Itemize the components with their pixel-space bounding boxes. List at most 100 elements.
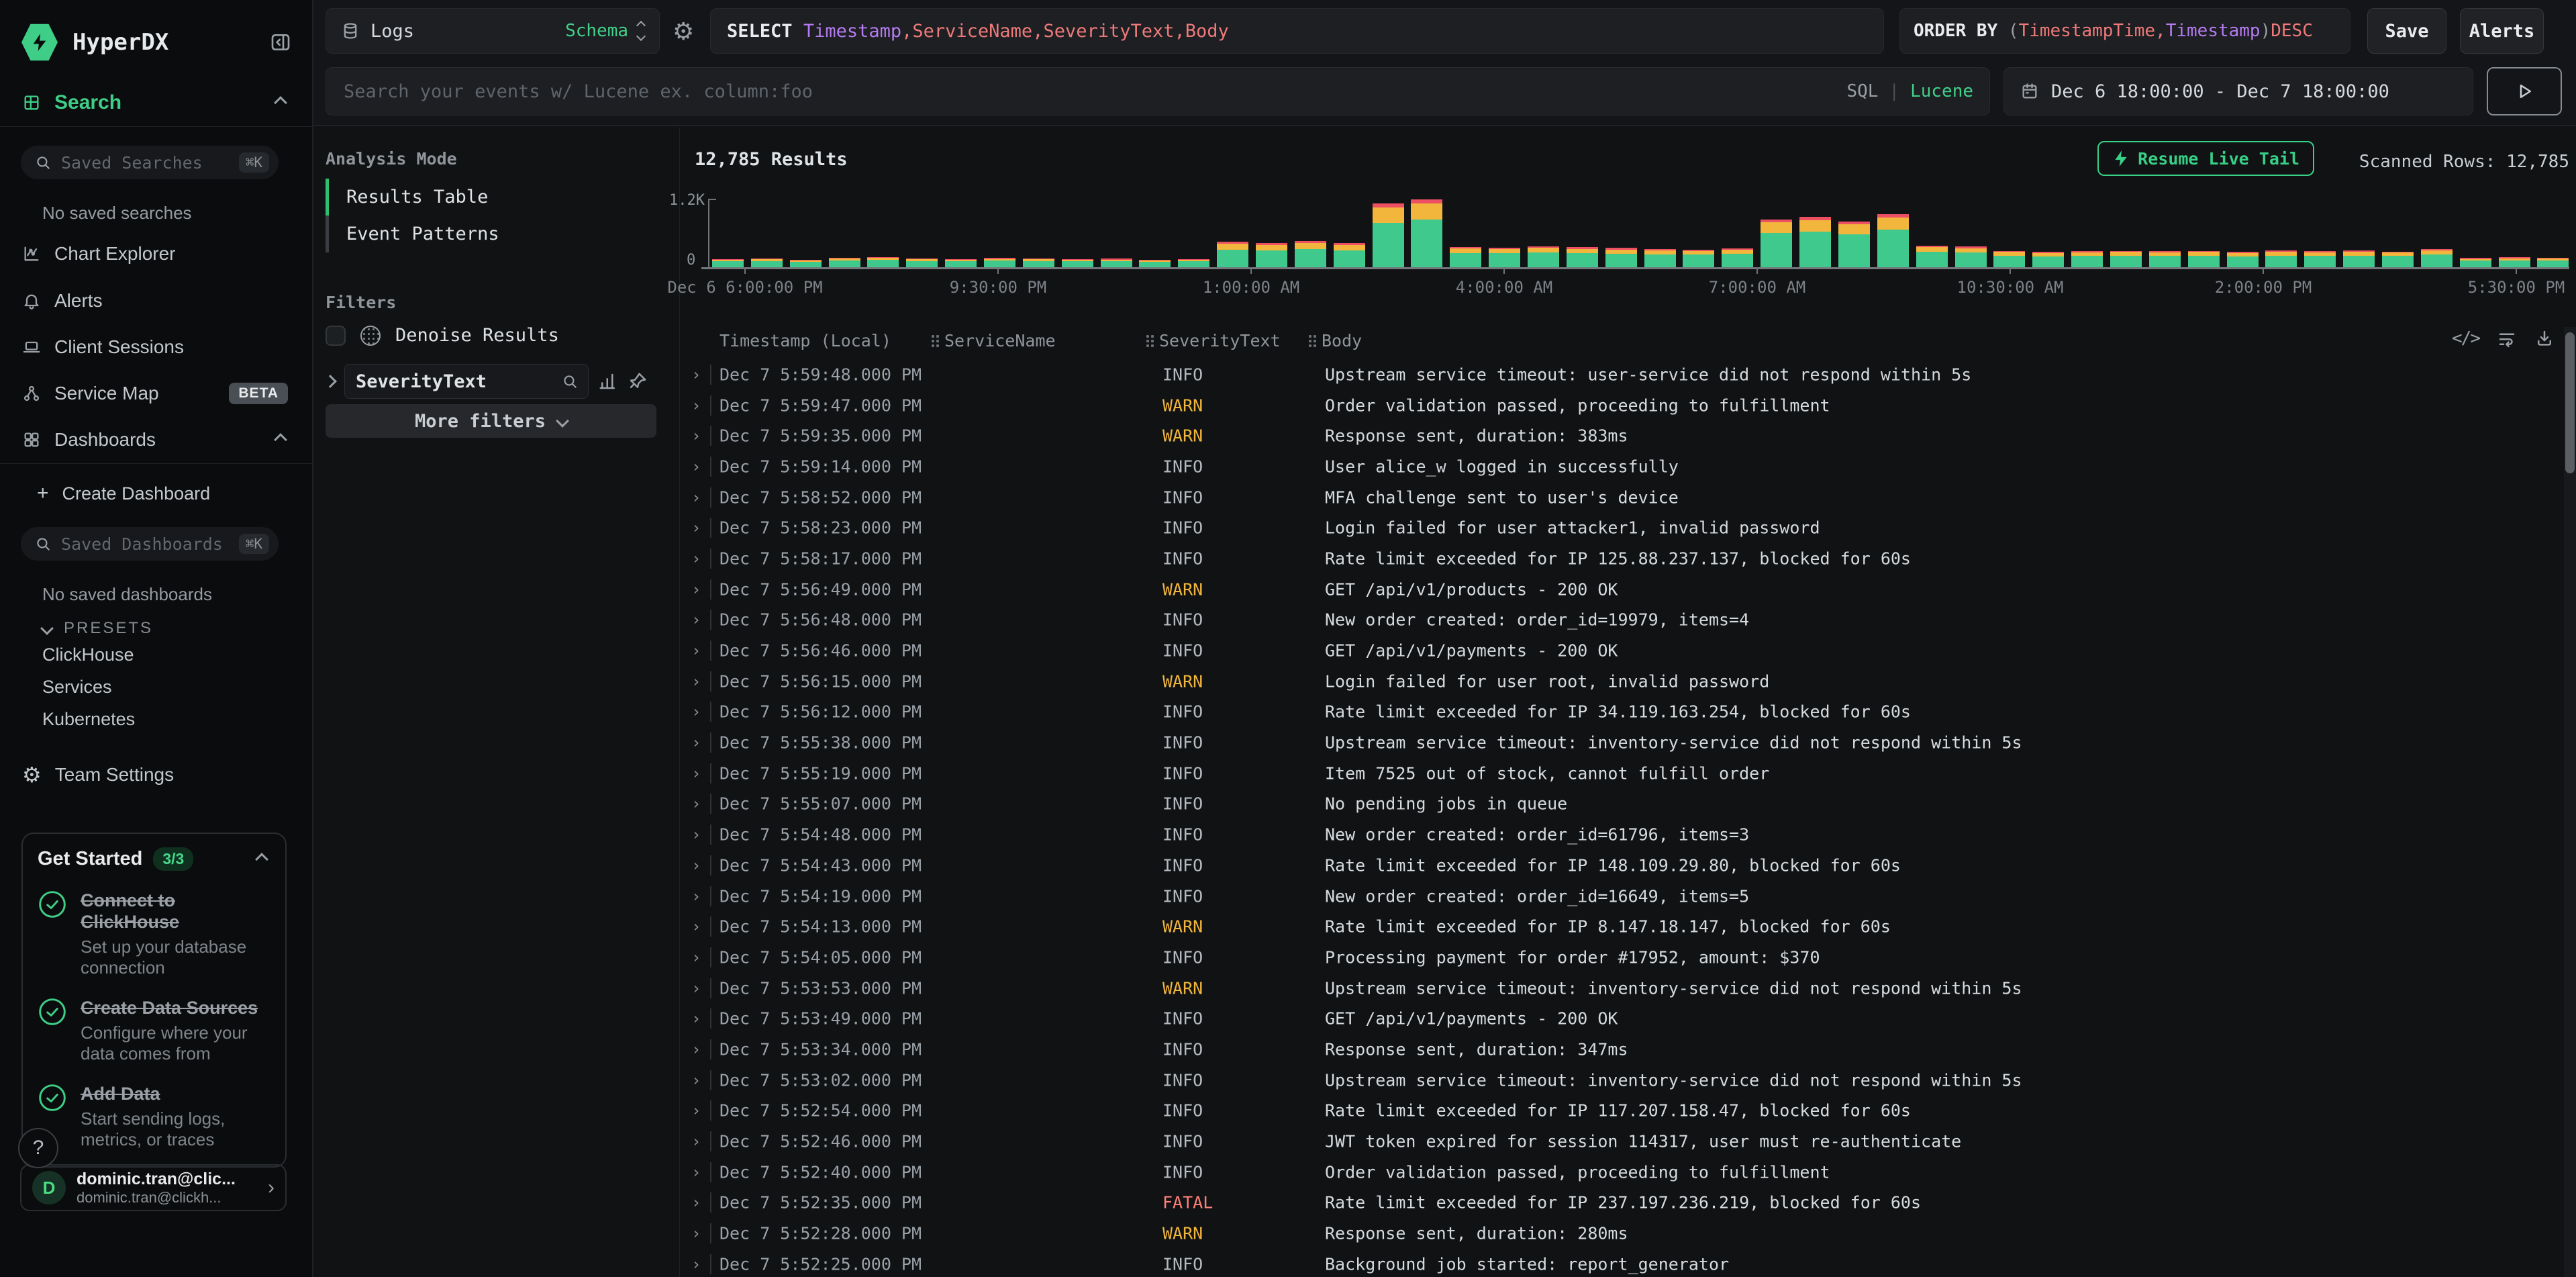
expand-row-icon[interactable]: › xyxy=(691,610,701,629)
sidebar-item-chart-explorer[interactable]: Chart Explorer xyxy=(0,243,312,265)
histogram-bar[interactable] xyxy=(1877,214,1909,267)
histogram-bar[interactable] xyxy=(2149,251,2181,267)
drag-handle-icon[interactable] xyxy=(1146,335,1154,347)
table-row[interactable]: › Dec 7 5:53:34.000 PM INFO Response sen… xyxy=(685,1034,2564,1065)
table-row[interactable]: › Dec 7 5:53:49.000 PM INFO GET /api/v1/… xyxy=(685,1003,2564,1034)
get-started-item[interactable]: Create Data Sources Configure where your… xyxy=(38,997,270,1064)
source-settings-gear-icon[interactable]: ⚙ xyxy=(673,17,694,46)
expand-row-icon[interactable]: › xyxy=(691,426,701,445)
table-row[interactable]: › Dec 7 5:55:38.000 PM INFO Upstream ser… xyxy=(685,727,2564,758)
expand-row-icon[interactable]: › xyxy=(691,1040,701,1059)
get-started-item[interactable]: Add Data Start sending logs, metrics, or… xyxy=(38,1083,270,1150)
table-row[interactable]: › Dec 7 5:59:14.000 PM INFO User alice_w… xyxy=(685,451,2564,482)
sidebar-item-dashboards[interactable]: Dashboards xyxy=(0,429,312,451)
expand-row-icon[interactable]: › xyxy=(691,1193,701,1212)
save-button[interactable]: Save xyxy=(2367,8,2446,54)
expand-row-icon[interactable]: › xyxy=(691,979,701,998)
expand-row-icon[interactable]: › xyxy=(691,1009,701,1028)
expand-row-icon[interactable]: › xyxy=(691,457,701,476)
lucene-toggle[interactable]: Lucene xyxy=(1910,81,1973,101)
view-source-icon[interactable]: </> xyxy=(2452,328,2479,348)
histogram-bar[interactable] xyxy=(2343,250,2375,267)
expand-row-icon[interactable]: › xyxy=(691,641,701,660)
col-servicename[interactable]: ServiceName xyxy=(932,331,1056,350)
date-range-picker[interactable]: Dec 6 18:00:00 - Dec 7 18:00:00 xyxy=(2003,67,2473,115)
table-row[interactable]: › Dec 7 5:56:12.000 PM INFO Rate limit e… xyxy=(685,697,2564,728)
tab-event-patterns[interactable]: Event Patterns xyxy=(326,216,652,252)
create-dashboard-button[interactable]: + Create Dashboard xyxy=(0,482,312,505)
histogram-bar[interactable] xyxy=(712,259,744,267)
expand-row-icon[interactable]: › xyxy=(691,365,701,384)
table-row[interactable]: › Dec 7 5:58:17.000 PM INFO Rate limit e… xyxy=(685,543,2564,574)
expand-row-icon[interactable]: › xyxy=(691,733,701,752)
scrollbar-thumb[interactable] xyxy=(2565,332,2575,473)
histogram-bar[interactable] xyxy=(1256,243,1287,267)
run-query-button[interactable] xyxy=(2487,67,2562,115)
histogram-bar[interactable] xyxy=(1217,242,1248,267)
preset-item[interactable]: Services xyxy=(42,677,112,698)
histogram-bar[interactable] xyxy=(2032,252,2064,267)
pin-icon[interactable] xyxy=(628,371,648,391)
vertical-scrollbar[interactable] xyxy=(2564,327,2576,1277)
histogram-bar[interactable] xyxy=(1295,241,1326,267)
histogram-bar[interactable] xyxy=(2227,252,2259,267)
expand-row-icon[interactable]: › xyxy=(691,1163,701,1182)
histogram-bar[interactable] xyxy=(2421,249,2453,267)
table-row[interactable]: › Dec 7 5:52:28.000 PM WARN Response sen… xyxy=(685,1218,2564,1249)
resume-live-tail-button[interactable]: Resume Live Tail xyxy=(2097,141,2314,176)
table-row[interactable]: › Dec 7 5:56:15.000 PM WARN Login failed… xyxy=(685,666,2564,697)
table-row[interactable]: › Dec 7 5:56:46.000 PM INFO GET /api/v1/… xyxy=(685,635,2564,666)
expand-row-icon[interactable]: › xyxy=(691,856,701,875)
expand-row-icon[interactable]: › xyxy=(691,825,701,844)
histogram-bar[interactable] xyxy=(1411,199,1442,267)
histogram-bar[interactable] xyxy=(790,260,822,267)
table-row[interactable]: › Dec 7 5:52:25.000 PM INFO Background j… xyxy=(685,1249,2564,1277)
chevron-up-icon[interactable] xyxy=(255,853,268,866)
histogram-bar[interactable] xyxy=(867,257,899,267)
histogram-bar[interactable] xyxy=(1062,259,1093,267)
histogram-bar[interactable] xyxy=(1139,260,1171,267)
histogram-bar[interactable] xyxy=(1178,259,1209,267)
saved-dashboards-input[interactable]: Saved Dashboards ⌘K xyxy=(21,527,279,561)
expand-row-icon[interactable]: › xyxy=(691,1132,701,1151)
chart-filter-icon[interactable] xyxy=(598,371,618,391)
preset-item[interactable]: Kubernetes xyxy=(42,709,135,730)
histogram-bar[interactable] xyxy=(2499,257,2530,267)
order-by-field[interactable]: ORDER BY ( TimestampTime, Timestamp ) DE… xyxy=(1899,8,2350,54)
alerts-button[interactable]: Alerts xyxy=(2460,8,2544,54)
expand-row-icon[interactable]: › xyxy=(691,794,701,813)
histogram-bar[interactable] xyxy=(1023,258,1054,267)
severity-filter-search[interactable]: SeverityText xyxy=(344,364,589,399)
expand-row-icon[interactable]: › xyxy=(691,1071,701,1090)
histogram-bar[interactable] xyxy=(1683,250,1714,267)
expand-row-icon[interactable]: › xyxy=(691,396,701,415)
preset-item[interactable]: ClickHouse xyxy=(42,645,134,665)
table-row[interactable]: › Dec 7 5:59:47.000 PM WARN Order valida… xyxy=(685,390,2564,421)
expand-row-icon[interactable]: › xyxy=(691,549,701,568)
download-icon[interactable] xyxy=(2534,328,2555,348)
help-button[interactable]: ? xyxy=(18,1128,58,1168)
table-row[interactable]: › Dec 7 5:54:48.000 PM INFO New order cr… xyxy=(685,819,2564,850)
expand-row-icon[interactable]: › xyxy=(691,917,701,936)
table-row[interactable]: › Dec 7 5:52:40.000 PM INFO Order valida… xyxy=(685,1157,2564,1188)
histogram-bar[interactable] xyxy=(1101,258,1132,267)
table-row[interactable]: › Dec 7 5:52:35.000 PM FATAL Rate limit … xyxy=(685,1188,2564,1219)
table-row[interactable]: › Dec 7 5:58:52.000 PM INFO MFA challeng… xyxy=(685,482,2564,513)
sidebar-item-alerts[interactable]: Alerts xyxy=(0,290,312,312)
table-row[interactable]: › Dec 7 5:59:35.000 PM WARN Response sen… xyxy=(685,420,2564,451)
histogram-bar[interactable] xyxy=(1489,248,1520,267)
table-row[interactable]: › Dec 7 5:54:13.000 PM WARN Rate limit e… xyxy=(685,911,2564,942)
histogram-bar[interactable] xyxy=(984,258,1015,267)
histogram-bar[interactable] xyxy=(1993,251,2025,267)
table-row[interactable]: › Dec 7 5:54:19.000 PM INFO New order cr… xyxy=(685,881,2564,912)
denoise-checkbox[interactable] xyxy=(326,326,346,346)
expand-row-icon[interactable]: › xyxy=(691,948,701,967)
drag-handle-icon[interactable] xyxy=(932,335,939,347)
histogram-bar[interactable] xyxy=(1838,222,1870,267)
sql-select-field[interactable]: SELECT Timestamp ,ServiceName,SeverityTe… xyxy=(710,8,1884,54)
histogram-bar[interactable] xyxy=(1644,249,1676,267)
histogram-bar[interactable] xyxy=(1955,246,1987,267)
text-wrap-icon[interactable] xyxy=(2497,328,2517,348)
expand-row-icon[interactable]: › xyxy=(691,672,701,691)
histogram-bar[interactable] xyxy=(2188,251,2220,267)
